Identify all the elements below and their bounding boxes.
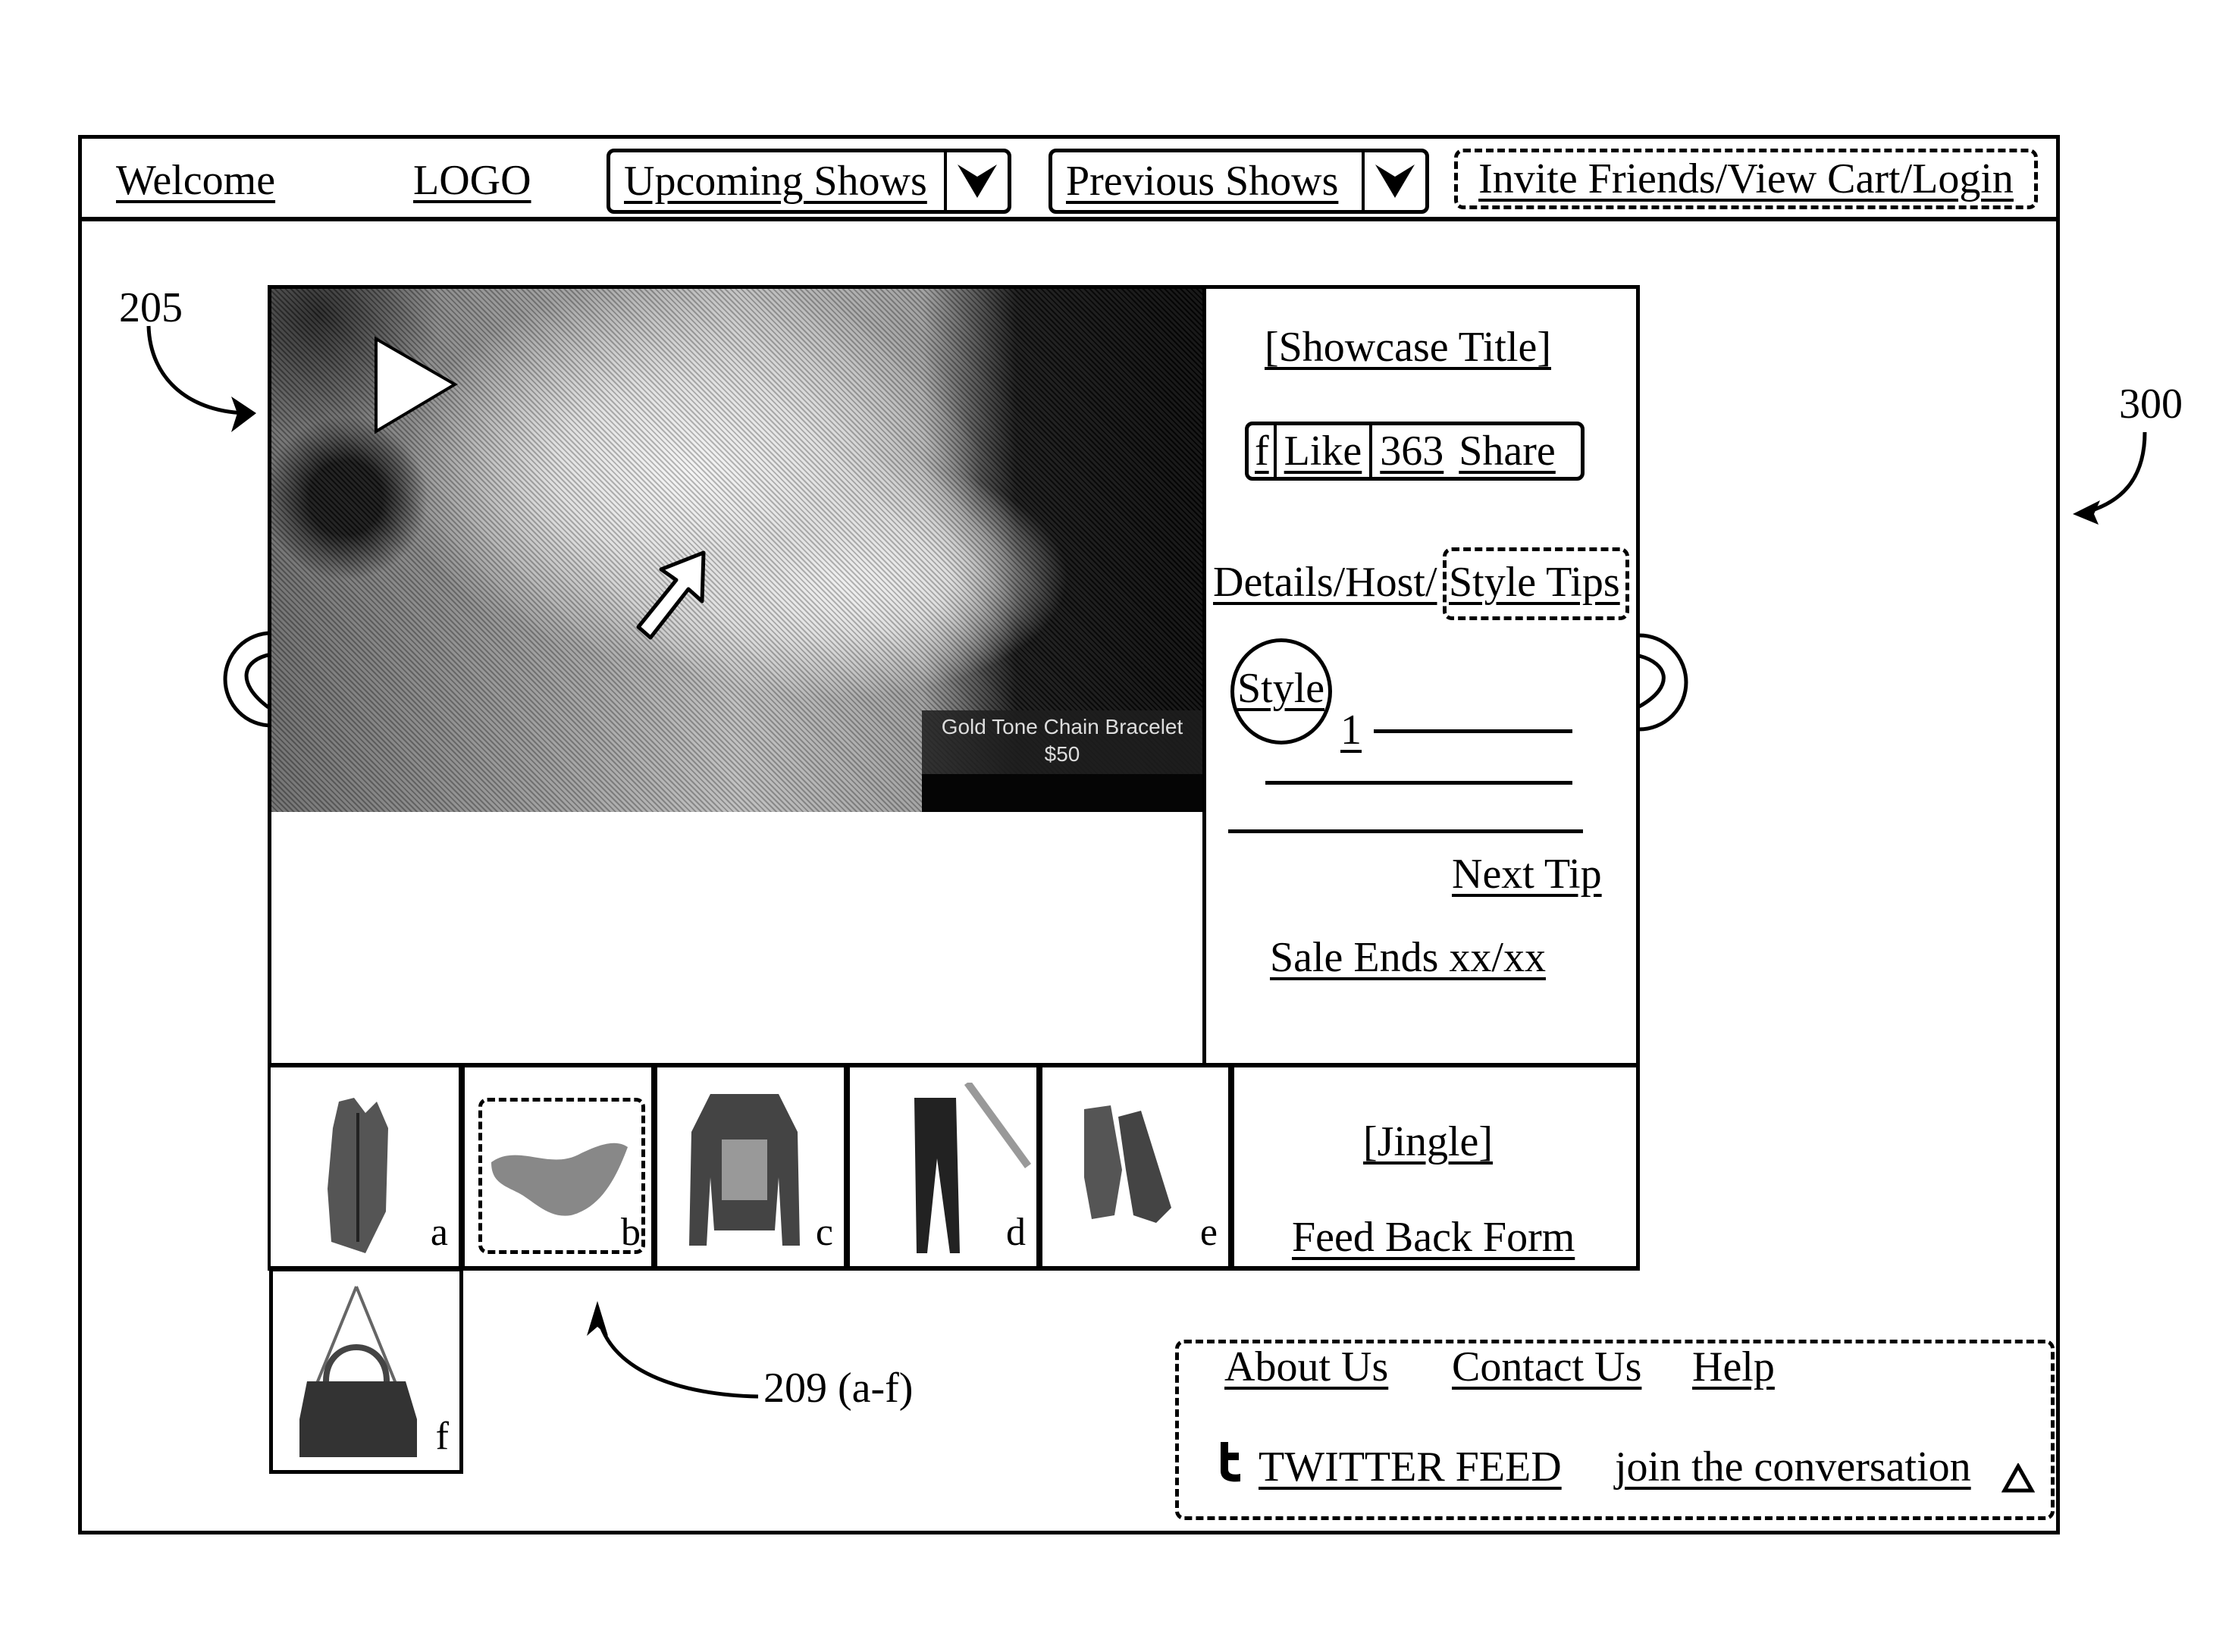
cursor-pointer-icon [636,550,706,640]
previous-shows-dropdown[interactable]: Previous Shows [1049,149,1429,214]
product-letter: b [621,1211,641,1254]
callout-209-arrow [587,1301,759,1399]
share-button[interactable]: Share [1451,430,1563,472]
video-player[interactable]: Gold Tone Chain Bracelet $50 [271,289,1202,812]
join-conversation-link[interactable]: join the conversation [1615,1446,1971,1488]
callout-209-label: 209 (a-f) [763,1365,914,1412]
account-links-box: Invite Friends/View Cart/Login [1454,149,2038,209]
expand-up-icon[interactable] [2001,1463,2035,1494]
handbag-image [299,1286,417,1457]
scarf-image [491,1143,628,1216]
callout-300-arrow [2073,431,2147,525]
style-badge-label: Style [1237,665,1325,712]
header-divider [78,217,2060,221]
jacket-image [689,1094,800,1246]
product-caption-name: Gold Tone Chain Bracelet [941,715,1183,738]
boots-image [1084,1105,1171,1223]
facebook-like-share-widget: f Like 363 Share [1245,422,1585,481]
feedback-form-link[interactable]: Feed Back Form [1292,1216,1575,1259]
invite-cart-login-link[interactable]: Invite Friends/View Cart/Login [1478,158,2014,200]
tab-style-tips[interactable]: Style Tips [1449,561,1620,603]
product-letter: e [1199,1211,1218,1254]
sale-ends-text[interactable]: Sale Ends xx/xx [1270,936,1546,979]
callout-300-label: 300 [2119,381,2183,428]
jingle-feedback-cell: [Jingle] Feed Back Form [1231,1064,1640,1269]
vest-image [328,1098,388,1253]
callout-205-arrow [146,325,256,432]
product-thumbnail-a[interactable]: a [268,1064,462,1269]
video-dark-strip [922,774,1202,812]
product-letter: f [435,1415,449,1458]
next-tip-link[interactable]: Next Tip [1452,853,1602,895]
welcome-link[interactable]: Welcome [116,159,275,202]
product-thumbnail-c[interactable]: c [654,1064,847,1269]
jingle-link[interactable]: [Jingle] [1363,1121,1493,1163]
chevron-down-icon[interactable] [1362,152,1425,210]
twitter-icon[interactable] [1215,1440,1245,1483]
product-thumbnail-f[interactable]: f [269,1268,463,1474]
carousel-prev-arrow[interactable] [220,625,273,732]
like-count: 363 [1380,428,1444,475]
help-link[interactable]: Help [1692,1346,1775,1388]
product-thumbnail-e[interactable]: e [1039,1064,1231,1269]
chevron-down-icon[interactable] [944,152,1008,210]
facebook-icon[interactable]: f [1249,425,1277,477]
tip-number: 1 [1340,707,1362,754]
tip-text-line [1228,829,1583,833]
product-letter: d [1006,1211,1026,1254]
previous-shows-label: Previous Shows [1066,158,1339,205]
panel-divider [1202,289,1206,1065]
twitter-feed-link[interactable]: TWITTER FEED [1259,1446,1562,1488]
product-caption-overlay[interactable]: Gold Tone Chain Bracelet $50 [922,710,1202,774]
logo-link[interactable]: LOGO [413,159,531,202]
showcase-title[interactable]: [Showcase Title] [1265,326,1551,368]
product-letter: c [815,1211,833,1254]
like-button[interactable]: Like [1277,425,1373,477]
play-icon[interactable] [370,334,461,440]
tip-text-line [1374,729,1572,733]
tip-text-line [1265,781,1572,785]
about-us-link[interactable]: About Us [1224,1346,1388,1388]
product-letter: a [430,1211,448,1254]
upcoming-shows-dropdown[interactable]: Upcoming Shows [607,149,1011,214]
product-thumbnail-b[interactable]: b [462,1064,654,1269]
upcoming-shows-label: Upcoming Shows [624,158,927,205]
tab-details-host[interactable]: Details/Host/ [1213,561,1437,603]
product-caption-price: $50 [1044,742,1080,766]
carousel-next-arrow[interactable] [1638,629,1691,735]
contact-us-link[interactable]: Contact Us [1452,1346,1641,1388]
product-thumbnail-d[interactable]: d [847,1064,1039,1269]
